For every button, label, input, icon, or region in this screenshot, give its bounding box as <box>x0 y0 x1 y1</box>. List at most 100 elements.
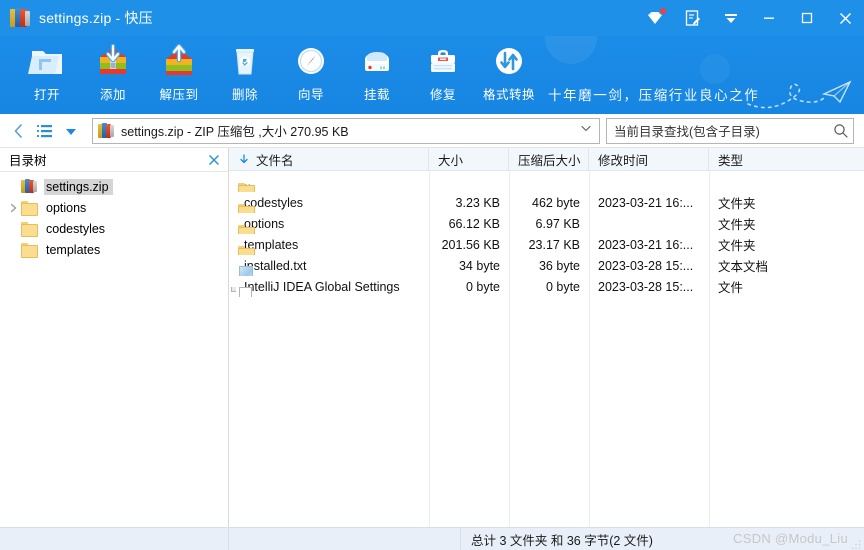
table-row[interactable]: templates 201.56 KB 23.17 KB 2023-03-21 … <box>229 234 864 255</box>
directory-tree-header: 目录树 <box>0 148 228 172</box>
column-header-label: 文件名 <box>256 153 294 168</box>
address-path-input[interactable]: settings.zip - ZIP 压缩包 ,大小 270.95 KB <box>92 117 600 144</box>
cell-size: 66.12 KB <box>448 216 500 231</box>
column-header-label: 类型 <box>718 153 744 168</box>
cell-name: templates <box>229 234 429 255</box>
cell-size: 3.23 KB <box>455 195 500 210</box>
chevron-right-icon <box>10 203 16 212</box>
window-title: settings.zip - 快压 <box>39 10 153 26</box>
cell-size: 201.56 KB <box>441 237 500 252</box>
main-toolbar: 打开 添加 解压到 删除 向导 挂载 修复 格式转换 十年磨一剑，压缩行业良心之… <box>0 36 864 114</box>
repair-toolbox-icon <box>424 42 462 80</box>
status-summary-text: 总计 3 文件夹 和 36 字节(2 文件) <box>471 533 653 548</box>
paper-plane-icon <box>747 80 852 109</box>
column-header-label: 大小 <box>438 153 464 168</box>
address-dropdown-button[interactable] <box>579 121 593 140</box>
column-header-label: 压缩后大小 <box>518 153 581 168</box>
address-bar-row: settings.zip - ZIP 压缩包 ,大小 270.95 KB 当前目… <box>0 114 864 148</box>
cell-name: codestyles <box>229 192 429 213</box>
cell-size: 0 byte <box>465 279 500 294</box>
toolbar-label: 删除 <box>231 88 258 102</box>
tree-expander[interactable] <box>5 203 21 213</box>
table-row[interactable]: installed.txt 34 byte 36 byte 2023-03-28… <box>229 255 864 276</box>
toolbar-button-extract[interactable]: 解压到 <box>146 36 212 103</box>
directory-tree-panel: 目录树 settings.zip options codestyles temp… <box>0 148 229 527</box>
resize-grip-icon[interactable] <box>850 537 862 549</box>
folder-icon <box>21 221 38 236</box>
cell-type: 文件夹 <box>718 197 756 211</box>
column-header-label: 修改时间 <box>598 153 649 168</box>
main-menu-button[interactable] <box>712 0 750 36</box>
zip-archive-icon <box>98 122 114 139</box>
main-body: 目录树 settings.zip options codestyles temp… <box>0 148 864 527</box>
window-controls <box>636 0 864 36</box>
toolbar-button-delete[interactable]: 删除 <box>212 36 278 103</box>
back-chevron-icon <box>14 123 22 138</box>
trash-icon <box>226 42 264 80</box>
table-row[interactable]: codestyles 3.23 KB 462 byte 2023-03-21 1… <box>229 192 864 213</box>
promo-slogan: 十年磨一剑，压缩行业良心之作 <box>548 88 760 104</box>
status-section-middle <box>229 528 461 550</box>
kuaiya-archive-window: settings.zip - 快压 打开 添加 解压到 删除 向导 挂载 修复 … <box>0 0 864 550</box>
tree-node-options[interactable]: options <box>0 197 228 218</box>
file-name-text: installed.txt <box>244 258 307 273</box>
add-archive-icon <box>94 42 132 80</box>
tree-node-label: templates <box>46 242 101 257</box>
list-view-icon <box>36 124 52 137</box>
open-folder-icon <box>28 42 66 80</box>
column-header-modified-time[interactable]: 修改时间 <box>589 148 709 170</box>
cell-type: 文件 <box>718 281 744 295</box>
toolbar-button-convert[interactable]: 格式转换 <box>476 36 542 103</box>
toolbar-button-wizard[interactable]: 向导 <box>278 36 344 103</box>
view-dropdown-button[interactable] <box>58 117 84 145</box>
csdn-watermark: CSDN @Modu_Liu <box>733 531 848 546</box>
feedback-button[interactable] <box>674 0 712 36</box>
column-header-size[interactable]: 大小 <box>429 148 509 170</box>
cell-modified-time: 2023-03-21 16:... <box>598 237 694 252</box>
toolbar-label: 挂载 <box>363 88 390 102</box>
table-row[interactable]: IntelliJ IDEA Global Settings 0 byte 0 b… <box>229 276 864 297</box>
minimize-button[interactable] <box>750 0 788 36</box>
close-button[interactable] <box>826 0 864 36</box>
tree-node-templates[interactable]: templates <box>0 239 228 260</box>
zip-archive-icon <box>10 8 30 28</box>
toolbar-label: 添加 <box>99 88 126 102</box>
decorative-bubble <box>700 54 730 84</box>
status-section-left <box>0 528 229 550</box>
maximize-button[interactable] <box>788 0 826 36</box>
cell-modified-time: 2023-03-28 15:... <box>598 258 694 273</box>
view-mode-button[interactable] <box>32 117 58 145</box>
sort-descending-icon <box>240 154 248 164</box>
tree-node-codestyles[interactable]: codestyles <box>0 218 228 239</box>
toolbar-button-open[interactable]: 打开 <box>14 36 80 103</box>
directory-tree: settings.zip options codestyles template… <box>0 172 228 527</box>
column-header-type[interactable]: 类型 <box>709 148 864 170</box>
vip-diamond-button[interactable] <box>636 0 674 36</box>
compass-wizard-icon <box>292 42 330 80</box>
tree-node-label: options <box>46 200 87 215</box>
table-row[interactable]: options 66.12 KB 6.97 KB 文件夹 <box>229 213 864 234</box>
folder-icon <box>21 200 38 215</box>
close-icon <box>209 154 219 165</box>
status-bar: 总计 3 文件夹 和 36 字节(2 文件) CSDN @Modu_Liu <box>0 527 864 550</box>
toolbar-button-add[interactable]: 添加 <box>80 36 146 103</box>
toolbar-label: 向导 <box>297 88 324 102</box>
table-row[interactable]: .. <box>229 171 864 192</box>
search-icon[interactable] <box>833 123 849 139</box>
search-input[interactable]: 当前目录查找(包含子目录) <box>606 117 854 144</box>
column-header-compressed-size[interactable]: 压缩后大小 <box>509 148 589 170</box>
cell-size <box>429 171 509 192</box>
chevron-down-icon <box>581 125 591 132</box>
column-header-name[interactable]: 文件名 <box>229 148 429 170</box>
back-button[interactable] <box>6 117 32 145</box>
cell-compressed-size: 23.17 KB <box>528 237 580 252</box>
cell-modified-time <box>589 171 709 192</box>
toolbar-button-repair[interactable]: 修复 <box>410 36 476 103</box>
toolbar-label: 格式转换 <box>482 88 535 102</box>
close-tree-button[interactable] <box>207 153 221 167</box>
toolbar-button-mount[interactable]: 挂载 <box>344 36 410 103</box>
tree-node-root[interactable]: settings.zip <box>0 176 228 197</box>
cell-name: IntelliJ IDEA Global Settings <box>229 276 429 297</box>
cell-modified-time <box>589 213 709 234</box>
address-path-text: settings.zip - ZIP 压缩包 ,大小 270.95 KB <box>121 125 349 139</box>
